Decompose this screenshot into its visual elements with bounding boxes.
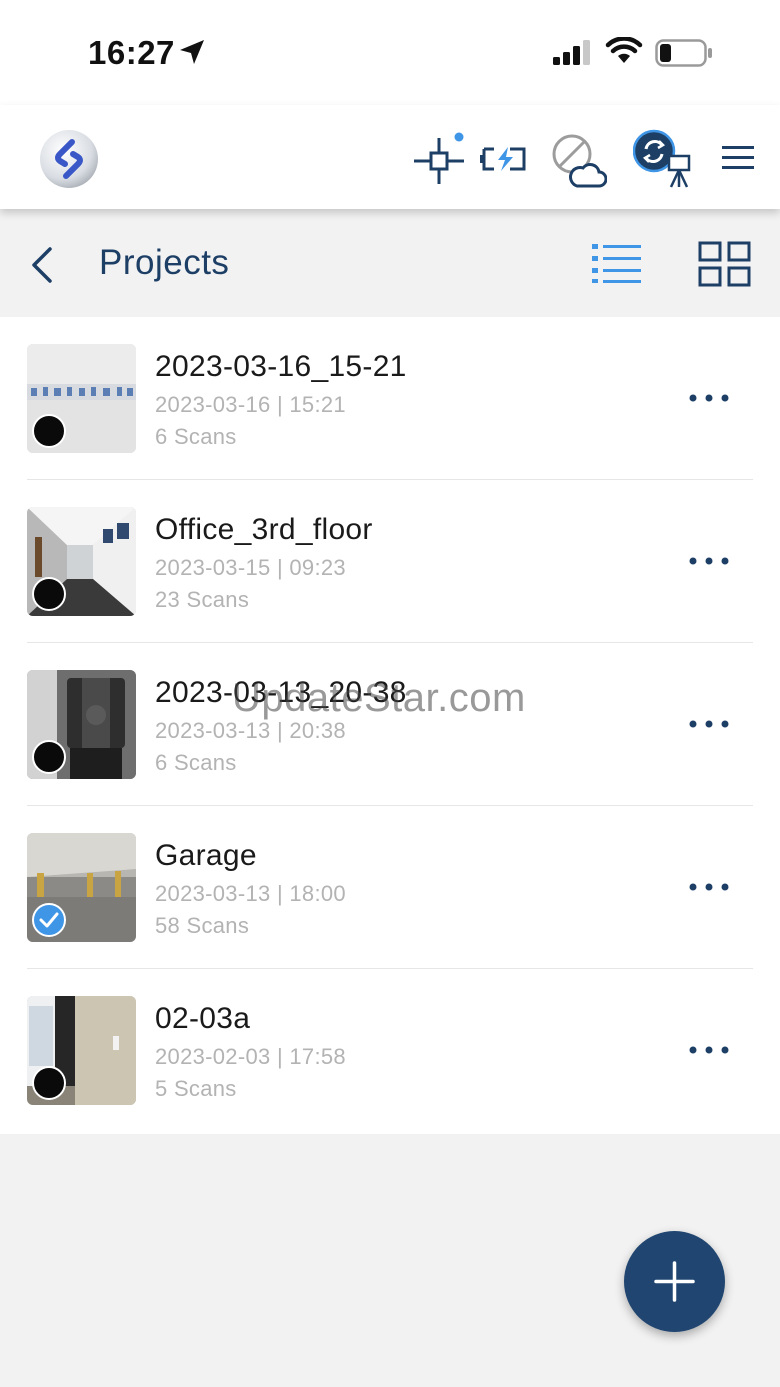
project-thumbnail bbox=[27, 344, 136, 453]
watermark-text: UpdateStar.com bbox=[232, 676, 526, 720]
more-options-icon[interactable] bbox=[686, 874, 732, 900]
app-toolbar bbox=[0, 105, 780, 209]
project-scan-count: 58 Scans bbox=[155, 913, 250, 938]
project-date: 2023-03-16 | 15:21 bbox=[155, 392, 346, 417]
more-options-icon[interactable] bbox=[686, 548, 732, 574]
add-project-button[interactable] bbox=[624, 1231, 725, 1332]
selection-indicator[interactable] bbox=[32, 740, 66, 774]
more-options-icon[interactable] bbox=[686, 711, 732, 737]
cellular-signal-icon bbox=[553, 40, 590, 65]
project-row[interactable]: 02-03a 2023-02-03 | 17:58 5 Scans bbox=[0, 969, 780, 1132]
project-name: Garage bbox=[155, 839, 257, 872]
battery-charging-icon[interactable] bbox=[480, 145, 530, 173]
status-time: 16:27 bbox=[88, 34, 175, 71]
back-button[interactable] bbox=[26, 245, 62, 285]
project-scan-count: 5 Scans bbox=[155, 1076, 237, 1101]
project-scan-count: 6 Scans bbox=[155, 750, 237, 775]
project-date: 2023-02-03 | 17:58 bbox=[155, 1044, 346, 1069]
page-title: Projects bbox=[99, 243, 230, 282]
page-header: Projects bbox=[0, 209, 780, 317]
grid-view-icon[interactable] bbox=[698, 241, 752, 287]
project-date: 2023-03-13 | 20:38 bbox=[155, 718, 346, 743]
project-date: 2023-03-15 | 09:23 bbox=[155, 555, 346, 580]
project-row[interactable]: Office_3rd_floor 2023-03-15 | 09:23 23 S… bbox=[0, 480, 780, 643]
more-options-icon[interactable] bbox=[686, 1037, 732, 1063]
project-list: 2023-03-16_15-21 2023-03-16 | 15:21 6 Sc… bbox=[0, 317, 780, 1134]
project-thumbnail bbox=[27, 996, 136, 1105]
plus-icon bbox=[654, 1261, 695, 1302]
project-row[interactable]: Garage 2023-03-13 | 18:00 58 Scans bbox=[0, 806, 780, 969]
list-view-icon[interactable] bbox=[590, 242, 642, 284]
selection-checked-indicator[interactable] bbox=[32, 903, 66, 937]
project-scan-count: 6 Scans bbox=[155, 424, 237, 449]
project-name: 2023-03-16_15-21 bbox=[155, 350, 407, 383]
project-row[interactable]: 2023-03-16_15-21 2023-03-16 | 15:21 6 Sc… bbox=[0, 317, 780, 480]
sync-scanner-icon[interactable] bbox=[633, 129, 695, 189]
project-name: 02-03a bbox=[155, 1002, 251, 1035]
menu-icon[interactable] bbox=[722, 144, 754, 172]
app-logo-icon[interactable] bbox=[38, 128, 100, 190]
project-row[interactable]: 2023-03-13_20-38 2023-03-13 | 20:38 6 Sc… bbox=[0, 643, 780, 806]
battery-icon bbox=[655, 39, 712, 67]
project-date: 2023-03-13 | 18:00 bbox=[155, 881, 346, 906]
project-thumbnail bbox=[27, 833, 136, 942]
more-options-icon[interactable] bbox=[686, 385, 732, 411]
wifi-icon bbox=[605, 37, 643, 63]
selection-indicator[interactable] bbox=[32, 414, 66, 448]
checkmark-icon bbox=[39, 912, 59, 928]
status-bar: 16:27 bbox=[0, 0, 780, 105]
selection-indicator[interactable] bbox=[32, 1066, 66, 1100]
location-arrow-icon bbox=[180, 40, 204, 64]
scanner-position-icon[interactable] bbox=[412, 132, 468, 188]
project-thumbnail bbox=[27, 670, 136, 779]
cloud-offline-icon[interactable] bbox=[551, 132, 607, 190]
project-name: Office_3rd_floor bbox=[155, 513, 373, 546]
project-scan-count: 23 Scans bbox=[155, 587, 250, 612]
selection-indicator[interactable] bbox=[32, 577, 66, 611]
project-thumbnail bbox=[27, 507, 136, 616]
